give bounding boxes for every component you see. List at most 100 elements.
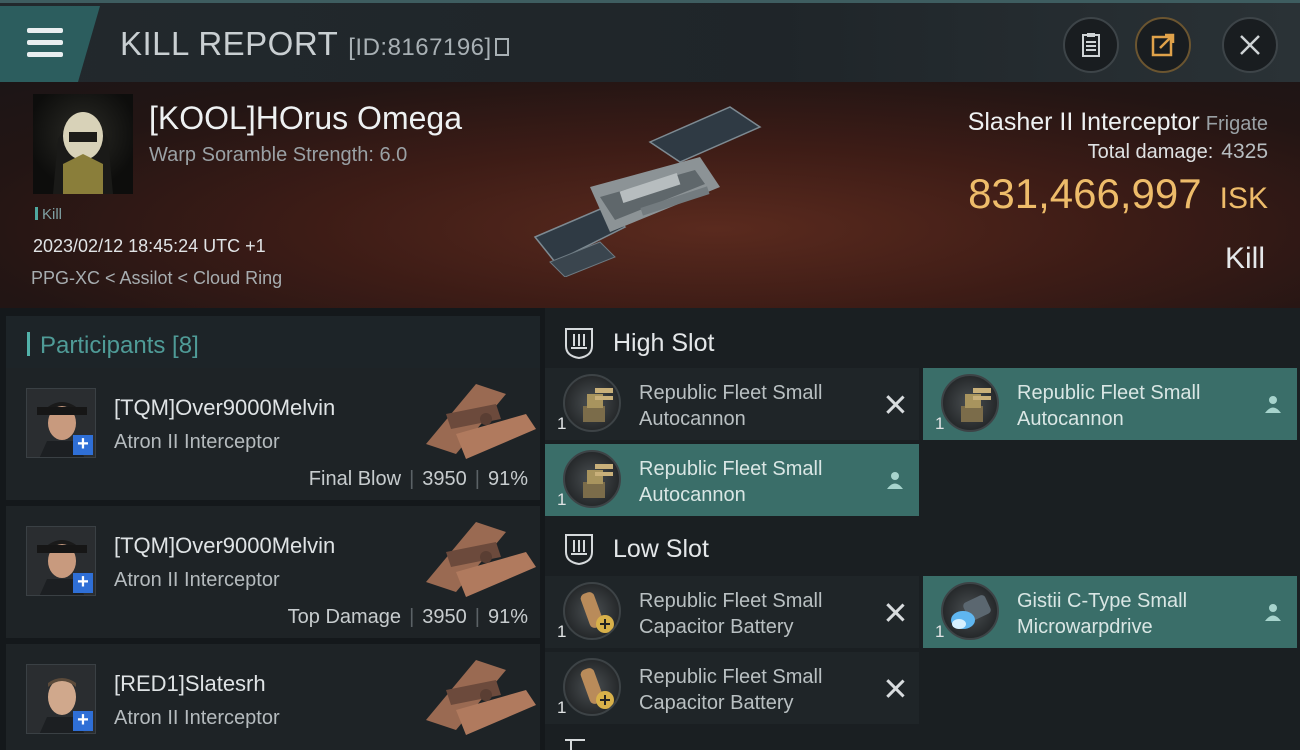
menu-button[interactable]	[0, 6, 100, 82]
module-qty: 1	[557, 698, 567, 717]
kill-location[interactable]: PPG-XC < Assilot < Cloud Ring	[31, 268, 282, 289]
module-item[interactable]: 1 Republic Fleet Small Autocannon	[545, 368, 919, 440]
avatar[interactable]: +	[26, 664, 96, 734]
participant-role: Top Damage	[287, 606, 402, 628]
module-item[interactable]: 1 Republic Fleet Small Capacitor Battery	[545, 652, 919, 724]
module-qty: 1	[557, 414, 567, 433]
next-section-partial	[545, 736, 1300, 750]
participant-role: Final Blow	[308, 468, 402, 490]
participant-ship-image	[426, 660, 536, 735]
module-item[interactable]: 1 Republic Fleet Small Capacitor Battery	[545, 576, 919, 648]
autocannon-icon	[941, 374, 999, 432]
report-id: [ID:8167196]	[348, 34, 492, 61]
high-slot-title: High Slot	[613, 329, 715, 357]
module-item[interactable]: 1 Republic Fleet Small Autocannon	[923, 368, 1297, 440]
victim-name[interactable]: [KOOL]HOrus Omega	[149, 100, 462, 137]
close-x-icon	[885, 394, 905, 414]
victim-ship-image	[533, 106, 762, 277]
slot-icon	[565, 739, 595, 750]
avatar[interactable]: +	[26, 526, 96, 596]
share-icon	[1151, 33, 1175, 57]
participant-stats: Final Blow | 3950 | 91%	[308, 468, 528, 490]
share-button[interactable]	[1135, 17, 1191, 73]
participants-panel: Participants [8] + [TQM]Over9000Melvin A…	[0, 308, 545, 750]
isk-amount: 831,466,997	[968, 170, 1202, 217]
participant-ship: Atron II Interceptor	[114, 569, 280, 591]
add-contact-icon[interactable]: +	[73, 434, 93, 455]
participant-ship: Atron II Interceptor	[114, 431, 280, 453]
participant-row[interactable]: + [RED1]Slatesrh Atron II Interceptor	[6, 644, 540, 750]
participant-damage: 3950	[422, 468, 467, 490]
avatar[interactable]: +	[26, 388, 96, 458]
victim-summary: [KOOL]HOrus Omega Warp Soramble Strength…	[0, 82, 1300, 308]
clipboard-button[interactable]	[1063, 17, 1119, 73]
victim-ship[interactable]: Slasher II Interceptor Frigate	[968, 108, 1268, 137]
copy-icon[interactable]	[494, 38, 509, 56]
module-qty: 1	[935, 414, 945, 433]
microwarpdrive-icon	[941, 582, 999, 640]
add-contact-icon[interactable]: +	[73, 572, 93, 593]
close-button[interactable]	[1222, 17, 1278, 73]
clipboard-icon	[1082, 33, 1100, 57]
module-item[interactable]: 1 Republic Fleet Small Autocannon	[545, 444, 919, 516]
participant-stats: Top Damage | 3950 | 91%	[287, 606, 528, 628]
participant-ship: Atron II Interceptor	[114, 707, 280, 729]
kill-tag: Kill	[35, 206, 62, 223]
participants-header[interactable]: Participants [8]	[6, 316, 540, 370]
kill-datetime: 2023/02/12 18:45:24 UTC +1	[33, 236, 266, 256]
participant-percent: 91%	[487, 468, 528, 490]
module-name: Republic Fleet Small Capacitor Battery	[639, 590, 823, 638]
title-text: KILL REPORT	[120, 25, 339, 62]
add-contact-icon[interactable]: +	[73, 710, 93, 731]
victim-portrait-image	[53, 112, 113, 194]
close-x-icon	[885, 602, 905, 622]
victim-ship-class: Frigate	[1205, 113, 1268, 135]
page-title: KILL REPORT [ID:8167196]	[120, 25, 509, 63]
autocannon-icon	[563, 374, 621, 432]
kill-tag-label: Kill	[42, 206, 63, 223]
module-item[interactable]: 1 Gistii C-Type Small Microwarpdrive	[923, 576, 1297, 648]
participant-row[interactable]: + [TQM]Over9000Melvin Atron II Intercept…	[6, 368, 540, 500]
total-damage-value: 4325	[1221, 140, 1268, 163]
module-name: Gistii C-Type Small Microwarpdrive	[1017, 590, 1188, 638]
low-slot-title: Low Slot	[613, 535, 709, 563]
participant-percent: 91%	[487, 606, 528, 628]
person-icon	[885, 470, 905, 490]
module-name: Republic Fleet Small Autocannon	[1017, 382, 1201, 430]
fittings-panel: High Slot 1 Republic Fleet Small Autocan…	[545, 308, 1300, 750]
participant-ship-image	[426, 522, 536, 597]
participant-name[interactable]: [TQM]Over9000Melvin	[114, 533, 335, 559]
participant-ship-image	[426, 384, 536, 459]
victim-ship-name: Slasher II Interceptor	[967, 108, 1200, 136]
participant-name[interactable]: [TQM]Over9000Melvin	[114, 395, 335, 421]
participants-heading: Participants [8]	[40, 332, 199, 359]
low-slot-header: Low Slot	[545, 518, 1300, 578]
result-label: Kill	[1224, 242, 1265, 275]
participant-row[interactable]: + [TQM]Over9000Melvin Atron II Intercept…	[6, 506, 540, 638]
person-icon	[1263, 394, 1283, 414]
module-name: Republic Fleet Small Capacitor Battery	[639, 666, 823, 714]
autocannon-icon	[563, 450, 621, 508]
person-icon	[1263, 602, 1283, 622]
high-slot-header: High Slot	[545, 312, 1300, 372]
slot-icon	[565, 534, 593, 566]
warp-scramble-strength: Warp Soramble Strength: 6.0	[149, 144, 408, 166]
top-bar: KILL REPORT [ID:8167196]	[0, 0, 1300, 82]
module-qty: 1	[935, 622, 945, 641]
close-x-icon	[885, 678, 905, 698]
isk-unit: ISK	[1219, 182, 1268, 215]
participant-damage: 3950	[422, 606, 467, 628]
module-qty: 1	[557, 490, 567, 509]
module-name: Republic Fleet Small Autocannon	[639, 458, 823, 506]
total-damage: Total damage: 4325	[1088, 140, 1268, 164]
module-qty: 1	[557, 622, 567, 641]
capacitor-battery-icon	[563, 658, 621, 716]
slot-icon	[565, 328, 593, 360]
total-damage-label: Total damage:	[1087, 141, 1214, 163]
close-icon	[1240, 35, 1260, 55]
victim-avatar[interactable]	[33, 94, 133, 194]
isk-value: 831,466,997 ISK	[968, 170, 1268, 218]
module-name: Republic Fleet Small Autocannon	[639, 382, 823, 430]
participant-name[interactable]: [RED1]Slatesrh	[114, 671, 266, 697]
capacitor-battery-icon	[563, 582, 621, 640]
